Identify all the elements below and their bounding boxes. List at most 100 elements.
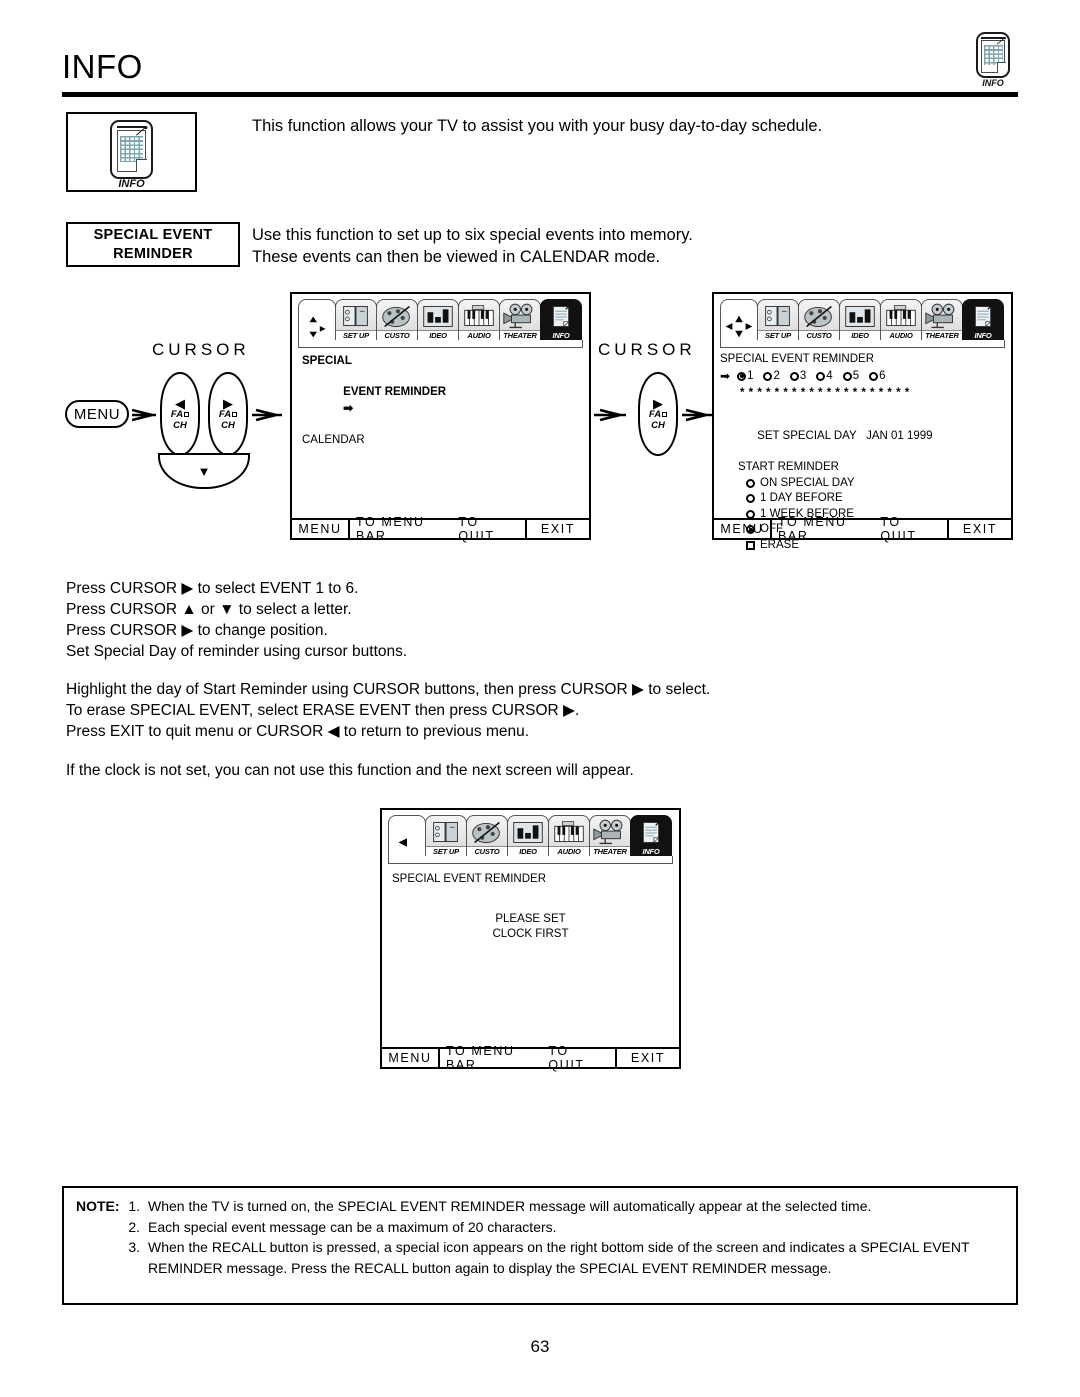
osd2-message-field[interactable]: * * * * * * * * * * * * * * * * * * * * — [720, 386, 1005, 402]
note-box: NOTE: 1. When the TV is turned on, the S… — [62, 1186, 1018, 1305]
radio-icon — [763, 371, 773, 381]
pen-icon — [996, 37, 1006, 45]
clock-not-set-note: If the clock is not set, you can not use… — [66, 762, 634, 779]
radio-icon — [869, 371, 879, 381]
menu-bar-tab-info[interactable]: INFO — [962, 299, 1004, 341]
info-icon — [631, 819, 671, 846]
osd3-body: SPECIAL EVENT REMINDER PLEASE SET CLOCK … — [382, 864, 679, 943]
event-option-2[interactable]: 2 — [763, 369, 780, 385]
note-text: When the TV is turned on, the SPECIAL EV… — [148, 1198, 872, 1214]
menu-bar-tab-video[interactable]: IDEO — [417, 299, 459, 341]
osd-footer-exit: EXIT — [540, 522, 576, 536]
instruction-line: Press CURSOR ▶ to change position. — [66, 622, 328, 639]
menu-bar-tab-theater[interactable]: THEATER — [589, 815, 631, 857]
osd-footer-to-quit: TO QUIT — [880, 515, 917, 543]
menu-bar-tab-theater[interactable]: THEATER — [499, 299, 541, 341]
four-way-arrows-icon — [725, 315, 753, 338]
osd1-line-calendar[interactable]: CALENDAR — [302, 433, 579, 449]
menu-bar-tab-audio[interactable]: AUDIO — [880, 299, 922, 341]
movie-camera-icon — [500, 303, 540, 330]
note-label: NOTE: — [76, 1198, 120, 1214]
osd2-heading: SPECIAL EVENT REMINDER — [720, 353, 875, 365]
menu-bar-nav-arrow-left — [388, 815, 426, 857]
menu-bar-tab-info[interactable]: INFO — [540, 299, 582, 341]
note-item: NOTE: 1. When the TV is turned on, the S… — [76, 1196, 1006, 1217]
menu-bar-tab-setup[interactable]: SET UP — [757, 299, 799, 341]
menu-bar-tab-audio[interactable]: AUDIO — [548, 815, 590, 857]
keyboard-icon — [459, 303, 499, 330]
osd-footer-menu: MENU — [714, 520, 772, 538]
note-number: 2. — [128, 1218, 140, 1235]
start-reminder-option-on-special-day[interactable]: ON SPECIAL DAY — [720, 476, 1005, 492]
menu-bar-tab-custom[interactable]: CUSTO — [798, 299, 840, 341]
flow-arrow-1 — [132, 406, 160, 424]
menu-button[interactable]: MENU — [65, 400, 129, 428]
osd-menu-bar: SET UP CUSTO IDEO AUDIO THEATER INFO — [388, 815, 673, 864]
osd2-special-day-row[interactable]: SET SPECIAL DAY JAN 01 1999 — [720, 414, 1005, 461]
osd1-body: SPECIAL EVENT REMINDER ➡ CALENDAR — [292, 348, 589, 448]
video-icon — [508, 819, 548, 846]
palette-icon — [799, 303, 839, 330]
event-option-1-label: 1 — [747, 369, 754, 382]
info-icon-label: INFO — [982, 78, 1004, 88]
event-option-5[interactable]: 5 — [842, 369, 859, 385]
osd-footer-to-quit: TO QUIT — [548, 1044, 585, 1072]
osd2-start-reminder-label: START REMINDER — [738, 461, 839, 473]
menu-bar-tab-info-label: INFO — [631, 846, 671, 856]
event-option-6[interactable]: 6 — [869, 369, 886, 385]
osd-menu-bar: SET UP CUSTO IDEO AUDIO THEATER INFO — [720, 299, 1005, 348]
menu-bar-tab-custom[interactable]: CUSTO — [466, 815, 508, 857]
menu-bar-tab-info-label: INFO — [963, 330, 1003, 340]
osd2-event-selector-row: ➡ 1 2 3 4 5 6 — [720, 369, 1005, 385]
cursor-right-button[interactable]: ▶ FA CH — [208, 372, 248, 456]
menu-bar-tab-setup-label: SET UP — [336, 330, 376, 340]
option-label: 1 DAY BEFORE — [760, 492, 843, 504]
cursor-left-button[interactable]: ◀ FA CH — [160, 372, 200, 456]
note-item: 3. When the RECALL button is pressed, a … — [76, 1237, 1006, 1278]
option-label: ON SPECIAL DAY — [760, 476, 855, 489]
feature-caption-box: SPECIAL EVENT REMINDER — [66, 222, 240, 267]
down-arrow-icon: ▼ — [197, 463, 211, 479]
page-title: INFO — [62, 48, 143, 85]
video-icon — [418, 303, 458, 330]
menu-bar-tab-info[interactable]: INFO — [630, 815, 672, 857]
menu-bar-tab-setup[interactable]: SET UP — [335, 299, 377, 341]
menu-bar-tab-theater-label: THEATER — [922, 330, 962, 340]
cursor-down-button[interactable]: ▼ — [158, 453, 250, 489]
info-icon — [963, 303, 1003, 330]
osd3-footer: MENU TO MENU BAR TO QUIT EXIT — [382, 1044, 679, 1072]
note-item: 2. Each special event message can be a m… — [76, 1217, 1006, 1238]
menu-bar-tab-video[interactable]: IDEO — [507, 815, 549, 857]
intro-text: This function allows your TV to assist y… — [252, 117, 823, 135]
fa-square-icon — [232, 411, 238, 417]
cursor-right-button-2[interactable]: ▶ FA CH — [638, 372, 678, 456]
start-reminder-option-1-day-before[interactable]: 1 DAY BEFORE — [720, 491, 1005, 507]
movie-camera-icon — [922, 303, 962, 330]
osd3-message-line2: CLOCK FIRST — [492, 928, 569, 940]
note-number: 3. — [128, 1239, 140, 1255]
osd1-line-event-reminder[interactable]: EVENT REMINDER — [343, 386, 446, 398]
feature-desc-line1: Use this function to set up to six speci… — [252, 226, 693, 244]
event-option-3[interactable]: 3 — [789, 369, 806, 385]
menu-bar-tab-audio[interactable]: AUDIO — [458, 299, 500, 341]
info-icon — [541, 303, 581, 330]
instruction-line: Press CURSOR ▲ or ▼ to select a letter. — [66, 601, 352, 618]
radio-icon — [737, 371, 747, 381]
set-special-day-value: JAN 01 1999 — [866, 430, 933, 442]
menu-bar-tab-setup-label: SET UP — [758, 330, 798, 340]
menu-bar-tab-custom-label: CUSTO — [467, 846, 507, 856]
osd-footer-menu: MENU — [292, 520, 350, 538]
event-option-4-label: 4 — [826, 369, 833, 382]
menu-bar-tab-video[interactable]: IDEO — [839, 299, 881, 341]
menu-bar-tab-theater[interactable]: THEATER — [921, 299, 963, 341]
note-number: 1. — [128, 1198, 140, 1214]
event-option-1[interactable]: 1 — [737, 369, 753, 385]
info-icon: INFO — [968, 30, 1018, 88]
menu-bar-tab-custom[interactable]: CUSTO — [376, 299, 418, 341]
set-special-day-label: SET SPECIAL DAY — [757, 430, 857, 442]
menu-bar-tab-setup[interactable]: SET UP — [425, 815, 467, 857]
osd-footer-to-quit: TO QUIT — [458, 515, 495, 543]
up-right-down-arrows-icon — [309, 316, 326, 338]
event-option-4[interactable]: 4 — [816, 369, 833, 385]
menu-bar-tab-video-label: IDEO — [508, 846, 548, 856]
